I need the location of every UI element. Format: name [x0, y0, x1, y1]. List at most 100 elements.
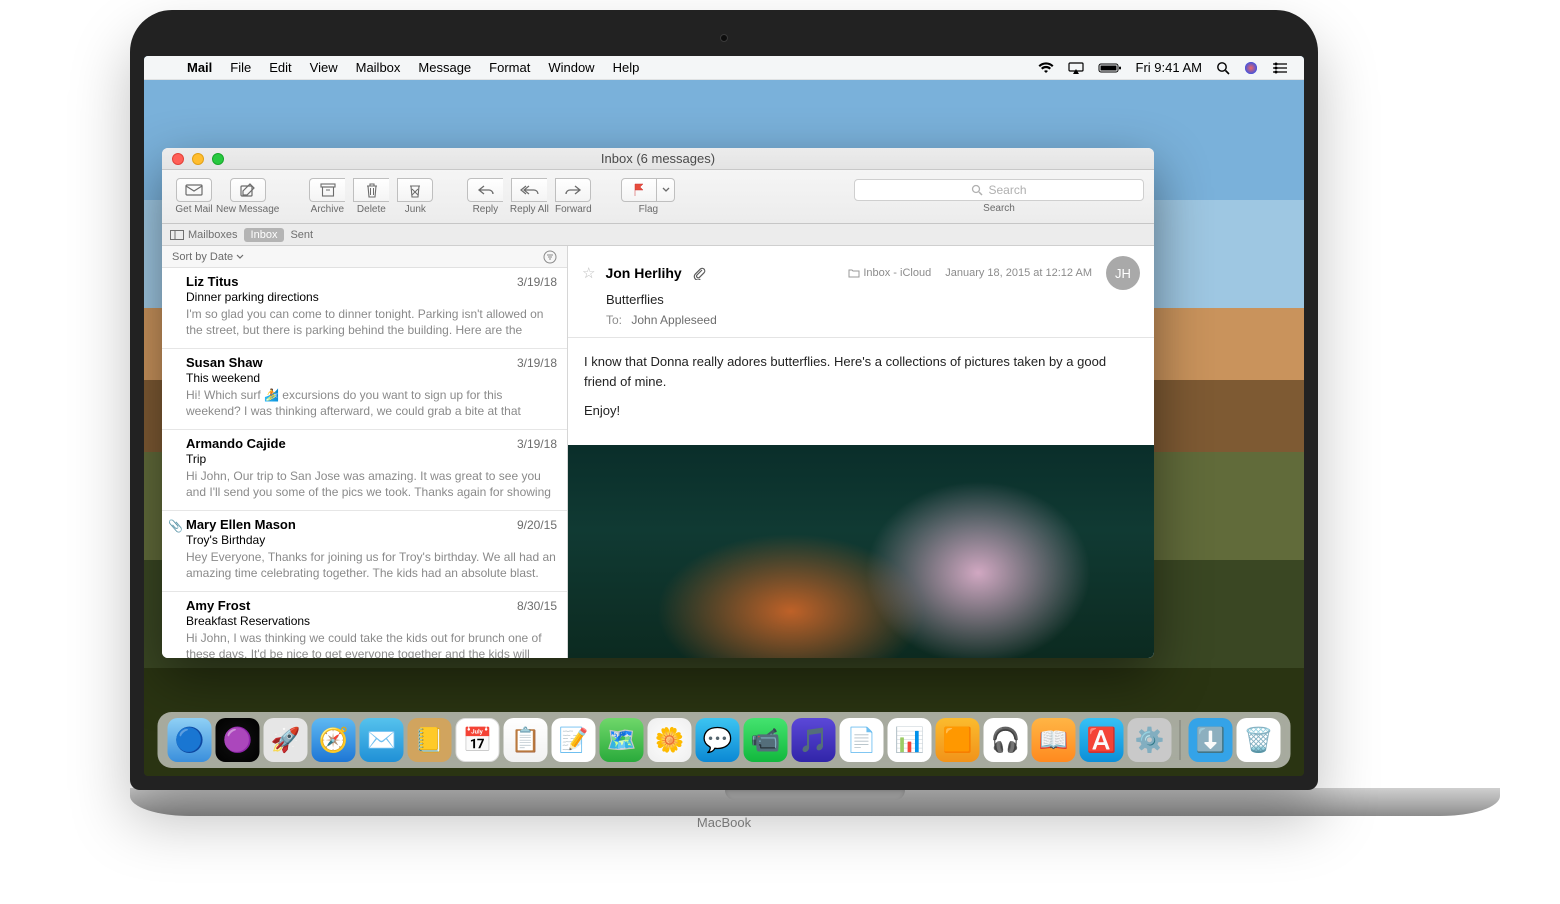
dock: 🔵 🟣 🚀 🧭 ✉️ 📒 📅 📋 📝 🗺️ 🌼 💬 📹 🎵 📄 📊 🟧 🎧 �: [158, 712, 1291, 768]
archive-button[interactable]: Archive: [305, 178, 349, 215]
search-label: Search: [983, 203, 1015, 214]
wifi-icon[interactable]: [1038, 62, 1054, 74]
message-item[interactable]: Liz Titus3/19/18Dinner parking direction…: [162, 268, 567, 349]
sort-bar[interactable]: Sort by Date: [162, 246, 567, 268]
message-reader-pane: ☆ Jon Herlihy Inbox - iCloud January 18,…: [568, 246, 1154, 658]
window-title-bar[interactable]: Inbox (6 messages): [162, 148, 1154, 170]
forward-label: Forward: [555, 204, 592, 215]
dock-mail[interactable]: ✉️: [360, 718, 404, 762]
delete-button[interactable]: Delete: [349, 178, 393, 215]
dock-safari[interactable]: 🧭: [312, 718, 356, 762]
message-preview: Hey Everyone, Thanks for joining us for …: [186, 549, 557, 583]
tab-inbox[interactable]: Inbox: [244, 228, 285, 242]
sidebar-icon: [170, 230, 184, 240]
paperclip-icon: 📎: [168, 519, 183, 533]
reply-all-icon: [520, 184, 540, 196]
get-mail-label: Get Mail: [175, 204, 212, 215]
message-item[interactable]: Amy Frost8/30/15Breakfast ReservationsHi…: [162, 592, 567, 658]
laptop-hinge: [130, 788, 1500, 816]
message-sender: Armando Cajide: [186, 436, 286, 451]
airplay-icon[interactable]: [1068, 62, 1084, 74]
dock-siri[interactable]: 🟣: [216, 718, 260, 762]
reader-attachment-image[interactable]: [568, 445, 1154, 659]
forward-button[interactable]: Forward: [551, 178, 595, 215]
reader-folder[interactable]: Inbox - iCloud: [848, 267, 931, 279]
new-message-label: New Message: [216, 204, 279, 215]
reader-body[interactable]: I know that Donna really adores butterfl…: [568, 338, 1154, 445]
spotlight-icon[interactable]: [1216, 61, 1230, 75]
flag-button[interactable]: Flag: [621, 178, 675, 215]
envelope-icon: [185, 184, 203, 196]
dock-numbers[interactable]: 📊: [888, 718, 932, 762]
battery-icon[interactable]: [1098, 62, 1122, 74]
message-preview: Hi John, Our trip to San Jose was amazin…: [186, 468, 557, 502]
menu-message[interactable]: Message: [409, 60, 480, 75]
reply-all-label: Reply All: [510, 204, 549, 215]
menu-edit[interactable]: Edit: [260, 60, 300, 75]
new-message-button[interactable]: New Message: [216, 178, 279, 215]
dock-messages[interactable]: 💬: [696, 718, 740, 762]
dock-photos[interactable]: 🌼: [648, 718, 692, 762]
dock-maps[interactable]: 🗺️: [600, 718, 644, 762]
laptop-frame: Mail File Edit View Mailbox Message Form…: [130, 10, 1318, 876]
menu-bar: Mail File Edit View Mailbox Message Form…: [144, 56, 1304, 80]
menu-mailbox[interactable]: Mailbox: [347, 60, 410, 75]
junk-icon: [408, 183, 422, 198]
mail-window: Inbox (6 messages) Get Mail New Message: [162, 148, 1154, 658]
camera-dot: [720, 34, 728, 42]
dock-downloads[interactable]: ⬇️: [1189, 718, 1233, 762]
flag-label: Flag: [639, 204, 658, 215]
dock-trash[interactable]: 🗑️: [1237, 718, 1281, 762]
dock-facetime[interactable]: 📹: [744, 718, 788, 762]
dock-itunes[interactable]: 🎵: [792, 718, 836, 762]
dock-notes[interactable]: 📝: [552, 718, 596, 762]
reader-subject: Butterflies: [606, 292, 1140, 307]
search-input[interactable]: Search: [854, 179, 1144, 201]
dock-contacts[interactable]: 📒: [408, 718, 452, 762]
message-item[interactable]: 📎Mary Ellen Mason9/20/15Troy's BirthdayH…: [162, 511, 567, 592]
menu-clock[interactable]: Fri 9:41 AM: [1136, 60, 1202, 75]
notification-center-icon[interactable]: [1272, 62, 1288, 74]
reply-label: Reply: [473, 204, 499, 215]
junk-button[interactable]: Junk: [393, 178, 437, 215]
screen-bezel: Mail File Edit View Mailbox Message Form…: [130, 10, 1318, 790]
menu-window[interactable]: Window: [539, 60, 603, 75]
dock-finder[interactable]: 🔵: [168, 718, 212, 762]
menu-file[interactable]: File: [221, 60, 260, 75]
to-label: To:: [606, 313, 622, 327]
dock-keynote[interactable]: 🟧: [936, 718, 980, 762]
dock-reminders[interactable]: 📋: [504, 718, 548, 762]
message-date: 8/30/15: [517, 599, 557, 613]
reader-avatar: JH: [1106, 256, 1140, 290]
star-icon[interactable]: ☆: [582, 264, 595, 282]
reader-body-p2: Enjoy!: [584, 401, 1138, 421]
message-list[interactable]: Liz Titus3/19/18Dinner parking direction…: [162, 268, 567, 658]
tab-sent[interactable]: Sent: [290, 229, 313, 241]
reader-datetime: January 18, 2015 at 12:12 AM: [945, 267, 1092, 279]
menu-view[interactable]: View: [301, 60, 347, 75]
get-mail-button[interactable]: Get Mail: [172, 178, 216, 215]
dock-launchpad[interactable]: 🚀: [264, 718, 308, 762]
message-item[interactable]: Armando Cajide3/19/18TripHi John, Our tr…: [162, 430, 567, 511]
dock-calendar[interactable]: 📅: [456, 718, 500, 762]
dock-appstore[interactable]: 🅰️: [1080, 718, 1124, 762]
dock-ibooks[interactable]: 📖: [1032, 718, 1076, 762]
mailboxes-toggle[interactable]: Mailboxes: [170, 229, 238, 241]
filter-icon[interactable]: [543, 250, 557, 264]
reply-button[interactable]: Reply: [463, 178, 507, 215]
message-date: 3/19/18: [517, 275, 557, 289]
search-placeholder: Search: [988, 183, 1026, 197]
reader-to-line: To: John Appleseed: [606, 313, 1140, 327]
compose-icon: [240, 183, 256, 197]
reply-all-button[interactable]: Reply All: [507, 178, 551, 215]
message-preview: Hi John, I was thinking we could take th…: [186, 630, 557, 658]
menu-app-name[interactable]: Mail: [178, 60, 221, 75]
dock-music[interactable]: 🎧: [984, 718, 1028, 762]
flag-icon: [632, 183, 646, 197]
menu-help[interactable]: Help: [604, 60, 649, 75]
siri-icon[interactable]: [1244, 61, 1258, 75]
message-item[interactable]: Susan Shaw3/19/18This weekendHi! Which s…: [162, 349, 567, 430]
dock-pages[interactable]: 📄: [840, 718, 884, 762]
menu-format[interactable]: Format: [480, 60, 539, 75]
dock-system-preferences[interactable]: ⚙️: [1128, 718, 1172, 762]
